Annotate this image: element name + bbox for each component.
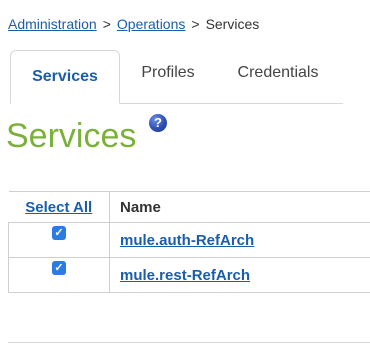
row-checkbox-cell: ✓: [8, 257, 110, 293]
row-checkbox[interactable]: ✓: [52, 226, 66, 240]
breadcrumb-operations-link[interactable]: Operations: [117, 16, 185, 32]
select-all-header: Select All: [8, 191, 110, 223]
divider: [8, 342, 370, 343]
row-name-cell: mule.rest-RefArch: [109, 257, 370, 293]
service-link[interactable]: mule.rest-RefArch: [120, 267, 250, 284]
help-icon[interactable]: ?: [149, 114, 167, 132]
breadcrumb-administration-link[interactable]: Administration: [8, 16, 97, 32]
row-name-cell: mule.auth-RefArch: [109, 222, 370, 258]
table-row: ✓ mule.rest-RefArch: [8, 257, 370, 293]
row-checkbox-cell: ✓: [8, 222, 110, 258]
table-row: ✓ mule.auth-RefArch: [8, 222, 370, 258]
service-link[interactable]: mule.auth-RefArch: [120, 232, 254, 249]
tab-bar: Services Profiles Credentials: [10, 48, 343, 104]
breadcrumb-separator: >: [191, 16, 200, 32]
page: Administration > Operations > Services Servi…: [0, 0, 370, 354]
breadcrumb-current: Services: [205, 16, 260, 32]
tab-credentials[interactable]: Credentials: [228, 48, 328, 98]
row-checkbox[interactable]: ✓: [52, 261, 66, 275]
tab-profiles[interactable]: Profiles: [132, 48, 204, 98]
name-column-header: Name: [109, 191, 370, 223]
table-header-row: Select All Name: [8, 191, 370, 223]
breadcrumb-separator: >: [102, 16, 111, 32]
select-all-link[interactable]: Select All: [25, 199, 92, 216]
services-table: Select All Name ✓ mule.auth-RefArch ✓ mu…: [8, 191, 370, 293]
page-title: Services: [6, 117, 137, 155]
tab-services[interactable]: Services: [10, 50, 120, 104]
breadcrumb: Administration > Operations > Services: [8, 16, 259, 32]
